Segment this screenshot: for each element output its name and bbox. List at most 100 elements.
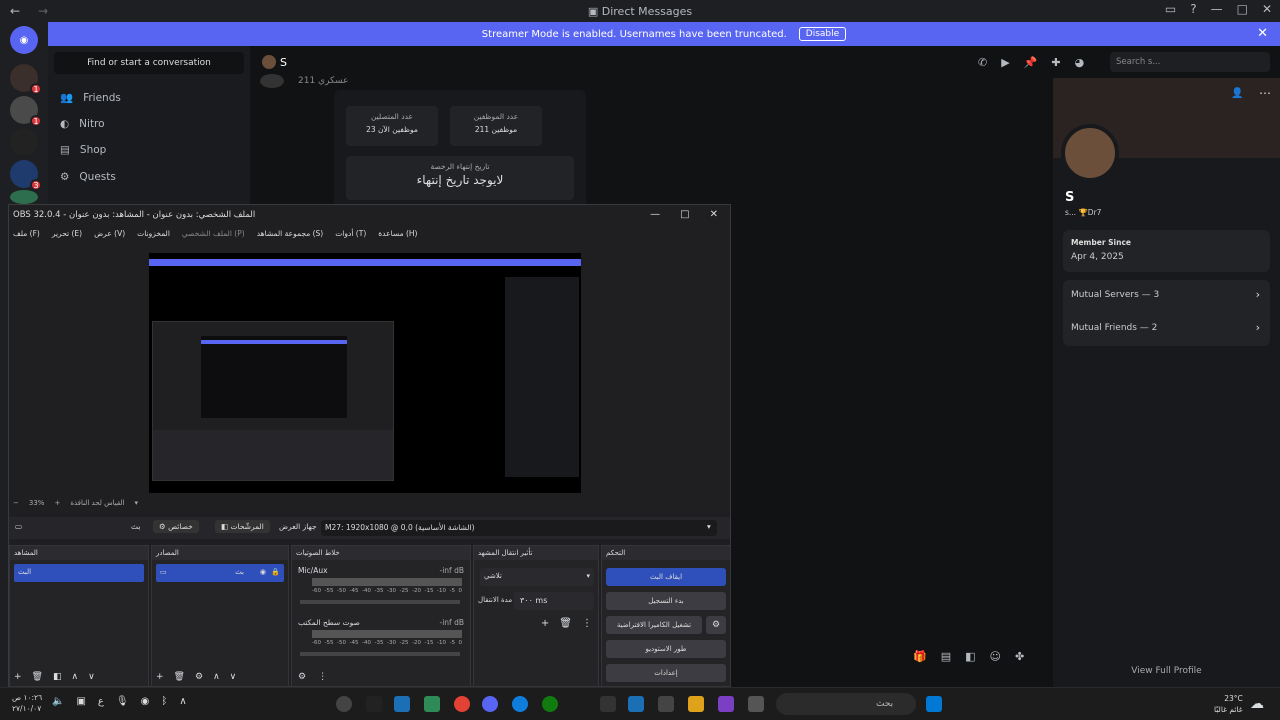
xbox-icon[interactable] [542,696,558,712]
dm-item-quests[interactable]: ⚙ Quests [60,171,116,183]
taskbar-search[interactable]: بحث [776,693,916,715]
find-conversation-button[interactable]: Find or start a conversation [54,52,244,74]
down-icon[interactable]: ∨ [230,672,237,682]
more-icon[interactable]: ⋯ [1259,86,1271,100]
mic-icon[interactable]: 🎙 [116,696,129,707]
close-button[interactable]: ✕ [710,205,718,225]
app-icon[interactable] [748,696,764,712]
filters-button[interactable]: ◧ المرشّحات [215,520,270,533]
close-banner-icon[interactable]: ✕ [1257,26,1268,41]
clock[interactable]: ١٠:٢٦ ص ٢٧/١٠/٠٧ [12,692,42,714]
mixer-settings-icon[interactable]: ⚙ [298,672,306,682]
maximize-button[interactable]: □ [680,205,689,225]
trash-icon[interactable]: 🗑 [32,672,43,682]
emoji-icon[interactable]: ☺ [990,650,1001,663]
disable-button[interactable]: Disable [798,27,847,41]
monitor-icon[interactable]: ▭ [1165,2,1176,16]
start-recording-button[interactable]: بدء التسجيل [606,592,726,610]
discord-home-icon[interactable]: ◉ [10,26,38,54]
dm-item-nitro[interactable]: ◐ Nitro [60,118,105,130]
chrome-icon[interactable] [454,696,470,712]
zoom-bar: −33% + القياس لحد النافذة ▾ [13,499,139,507]
down-icon[interactable]: ∨ [88,672,95,682]
dm-item-shop[interactable]: ▤ Shop [60,144,106,156]
obs-tray-icon[interactable]: ◉ [141,696,150,707]
pin-icon[interactable]: 📌 [1024,56,1038,69]
source-item[interactable]: ▭ بث ◉ 🔒 [156,564,284,582]
view-full-profile-link[interactable]: View Full Profile [1053,666,1280,676]
transition-select[interactable]: تلاشي ▾ [480,568,594,586]
db-scale: -60 -55 -50 -45 -40 -35 -30 -25 -20 -15 -10 -5 0 [312,588,462,594]
minimize-button[interactable]: — [1211,2,1223,16]
store-icon[interactable] [600,696,616,712]
video-icon[interactable]: ▶ [1001,56,1009,69]
sticker-icon[interactable]: ◧ [965,650,975,663]
help-icon[interactable]: ? [1190,2,1196,16]
stop-streaming-button[interactable]: ايقاف البث [606,568,726,586]
gift-icon[interactable]: 🎁 [913,650,927,663]
dm-item-friends[interactable]: 👥 Friends [60,91,121,105]
trash-icon[interactable]: 🗑 [559,618,572,629]
mutual-servers-row[interactable]: Mutual Servers — 3 [1071,290,1159,300]
up-icon[interactable]: ∧ [72,672,79,682]
network-icon[interactable]: ▣ [76,696,85,707]
virtual-camera-button[interactable]: تشغيل الكاميرا الافتراضية [606,616,702,634]
add-friends-icon[interactable]: ✚ [1051,56,1060,69]
add-icon[interactable]: + [156,672,164,682]
discord-icon[interactable] [482,696,498,712]
add-icon[interactable]: + [541,618,549,629]
device-select[interactable]: M27: 1920x1080 @ 0,0 (الشاشة الأساسية) [321,520,717,536]
obs-app-icon[interactable] [336,696,352,712]
filter-icon[interactable]: ◧ [53,672,62,682]
visibility-icon[interactable]: ◉ [260,568,266,576]
server-icon[interactable]: 3 [10,160,42,191]
studio-mode-button[interactable]: طور الاستوديو [606,640,726,658]
gear-icon[interactable]: ⚙ [195,672,203,682]
windows-start-icon[interactable] [926,696,942,712]
more-icon[interactable]: ⋮ [582,618,592,629]
profile-icon[interactable]: ◕ [1075,56,1085,69]
steam-icon[interactable] [394,696,410,712]
app-icon[interactable] [366,696,382,712]
app-icon[interactable] [718,696,734,712]
minimize-button[interactable]: — [650,205,660,225]
gear-icon[interactable]: ⚙ [706,616,726,634]
server-icon[interactable] [10,128,38,156]
volume-slider[interactable] [300,600,460,604]
mutual-friends-row[interactable]: Mutual Friends — 2 [1071,323,1157,333]
edge-icon[interactable] [512,696,528,712]
server-icon[interactable]: 1 [10,64,42,95]
more-icon[interactable]: ⋮ [318,672,327,682]
trash-icon[interactable]: 🗑 [174,672,185,682]
server-icon[interactable]: 1 [10,96,42,127]
steam-icon[interactable] [628,696,644,712]
bluetooth-icon[interactable]: ᛒ [161,696,167,707]
server-icon[interactable] [10,190,38,204]
embed-card: عدد المتصلين 23 موظفين الآن عدد الموظفين 2… [334,90,586,208]
chevron-up-icon[interactable]: ∧ [179,696,186,707]
properties-button[interactable]: ⚙ خصائص [153,520,199,533]
search-input[interactable]: Search s... [1110,52,1270,72]
add-friend-icon[interactable]: 👤 [1231,88,1243,99]
file-explorer-icon[interactable] [688,696,704,712]
app-icon[interactable] [658,696,674,712]
scene-item[interactable]: البث [14,564,144,582]
duration-input[interactable]: ٣٠٠ ms [514,592,594,610]
settings-button[interactable]: إعدادات [606,664,726,682]
lock-icon[interactable]: 🔒 [271,568,280,576]
message-text: 211 عسكري [298,76,349,86]
app-icon[interactable] [424,696,440,712]
close-button[interactable]: ✕ [1262,2,1272,16]
weather-widget[interactable]: 23°C غائم غالبًا [1214,693,1243,715]
gif-icon[interactable]: ▤ [941,650,951,663]
chevron-down-icon[interactable]: ▾ [135,499,139,507]
speaker-icon[interactable]: 🔈 [52,696,64,707]
apps-icon[interactable]: ✤ [1015,650,1024,663]
language-indicator[interactable]: ع [98,696,104,707]
maximize-button[interactable]: □ [1237,2,1248,16]
up-icon[interactable]: ∧ [213,672,220,682]
add-icon[interactable]: + [14,672,22,682]
call-icon[interactable]: ✆ [978,56,987,69]
preview-canvas[interactable] [149,253,581,493]
volume-slider[interactable] [300,652,460,656]
